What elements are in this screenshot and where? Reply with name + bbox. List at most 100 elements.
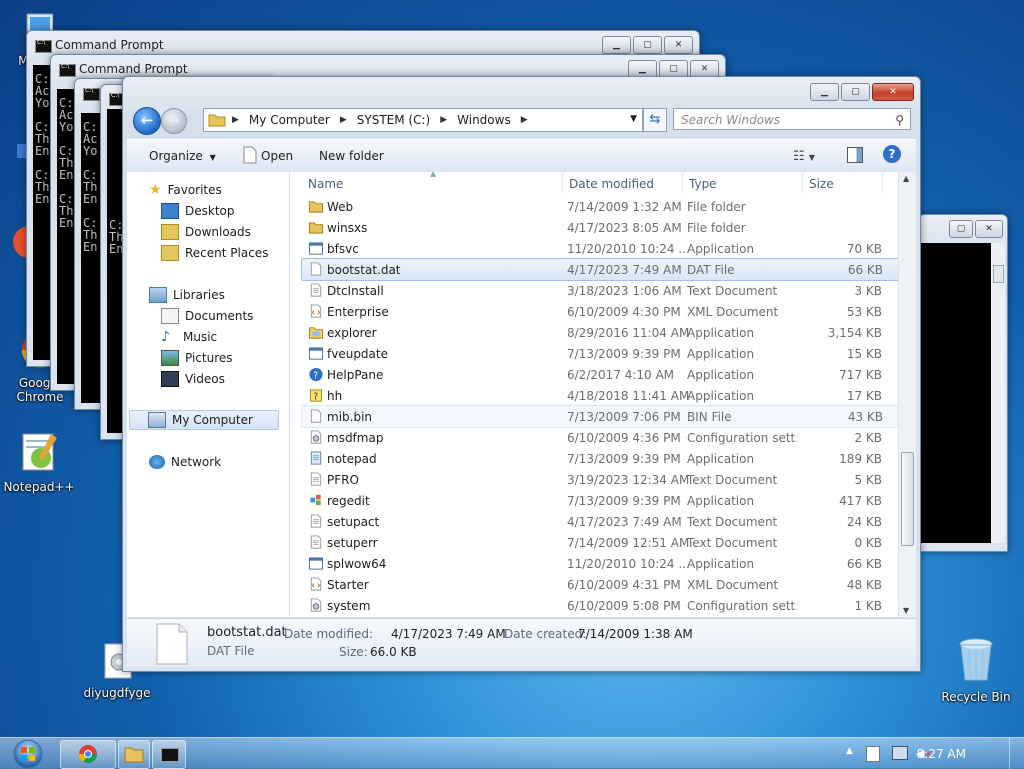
network-icon — [149, 455, 165, 469]
file-row-enterprise[interactable]: Enterprise 6/10/2009 4:30 PM XML Document 5… — [302, 301, 898, 322]
file-row-splwow64[interactable]: splwow64 11/20/2010 10:24 ... Application 6… — [302, 553, 898, 574]
open-button[interactable]: Open — [261, 149, 293, 163]
column-header-size[interactable]: Size — [809, 177, 834, 191]
file-date: 8/29/2016 11:04 AM — [567, 326, 690, 340]
breadcrumb-my-computer[interactable]: My Computer — [245, 113, 334, 127]
nav-documents[interactable]: Documents — [161, 308, 253, 324]
new-folder-button[interactable]: New folder — [319, 149, 384, 163]
file-row-helppane[interactable]: ? HelpPane 6/2/2017 4:10 AM Application 717 … — [302, 364, 898, 385]
console-output[interactable] — [921, 243, 991, 543]
address-bar[interactable]: ▶ My Computer ▶ SYSTEM (C:) ▶ Windows ▶ … — [203, 108, 643, 132]
breadcrumb-system-c[interactable]: SYSTEM (C:) — [353, 113, 434, 127]
scroll-down-icon[interactable]: ▼ — [903, 606, 909, 615]
file-row-dtcinstall[interactable]: DtcInstall 3/18/2023 1:06 AM Text Document… — [302, 280, 898, 301]
minimize-button[interactable]: ▁ — [602, 36, 631, 54]
action-center-icon[interactable] — [866, 746, 880, 762]
details-modified-value: 4/17/2023 7:49 AM — [391, 627, 506, 641]
view-options-icon[interactable]: ☷ ▼ — [793, 149, 815, 164]
file-row-system[interactable]: system 6/10/2009 5:08 PM Configuration set… — [302, 595, 898, 616]
show-desktop-button[interactable] — [1009, 738, 1024, 769]
nav-libraries[interactable]: Libraries — [149, 287, 225, 303]
notepad-plus-plus-icon — [22, 433, 57, 471]
taskbar-command-prompt[interactable] — [152, 740, 186, 769]
file-row-setupact[interactable]: setupact 4/17/2023 7:49 AM Text Document 24… — [302, 511, 898, 532]
chevron-right-icon[interactable]: ▶ — [434, 115, 453, 125]
organize-button[interactable]: Organize ▼ — [149, 149, 216, 163]
search-input[interactable]: Search Windows ⚲ — [673, 108, 911, 130]
minimize-button[interactable]: ▁ — [810, 83, 839, 101]
column-header-date[interactable]: Date modified — [569, 177, 654, 191]
clock[interactable]: 8:27 AM — [917, 747, 966, 761]
close-button[interactable]: ✕ — [872, 83, 914, 101]
desktop-icon-recycle-bin[interactable]: Recycle Bin — [936, 636, 1016, 704]
file-row-setuperr[interactable]: setuperr 7/14/2009 12:51 AM Text Document 0… — [302, 532, 898, 553]
scroll-up-icon[interactable]: ▲ — [903, 174, 909, 183]
maximize-button[interactable]: ▢ — [633, 36, 662, 54]
details-size-value: 66.0 KB — [370, 645, 417, 659]
help-icon: ? — [309, 367, 323, 381]
file-size: 48 KB — [846, 578, 882, 592]
details-pane: bootstat.dat DAT File Date modified: 4/1… — [127, 618, 916, 667]
start-button[interactable] — [4, 738, 48, 769]
breadcrumb-windows[interactable]: Windows — [453, 113, 515, 127]
close-button[interactable]: ✕ — [975, 220, 1003, 238]
back-button[interactable]: ← — [133, 107, 161, 135]
command-prompt-window-right[interactable]: ▢ ✕ — [918, 214, 1008, 552]
file-row-starter[interactable]: Starter 6/10/2009 4:31 PM XML Document 48 K… — [302, 574, 898, 595]
refresh-button[interactable]: ⇆ — [643, 108, 667, 132]
desktop-icon-notepad-plus-plus[interactable]: Notepad++ — [0, 430, 78, 494]
nav-my-computer[interactable]: My Computer — [129, 410, 279, 430]
file-date: 4/18/2018 11:41 AM — [567, 389, 690, 403]
file-row-notepad[interactable]: notepad 7/13/2009 9:39 PM Application 189 K… — [302, 448, 898, 469]
taskbar-explorer[interactable] — [118, 740, 150, 769]
videos-icon — [161, 371, 179, 387]
nav-downloads[interactable]: Downloads — [161, 224, 251, 240]
nav-music[interactable]: ♪ Music — [161, 329, 217, 345]
preview-pane-icon[interactable] — [847, 147, 863, 163]
file-row-winsxs[interactable]: winsxs 4/17/2023 8:05 AM File folder — [302, 217, 898, 238]
file-row-hh[interactable]: ? hh 4/18/2018 11:41 AM Application 17 KB — [302, 385, 898, 406]
forward-button[interactable]: → — [161, 108, 187, 134]
chevron-right-icon[interactable]: ▶ — [334, 115, 353, 125]
nav-videos[interactable]: Videos — [161, 371, 225, 387]
nav-favorites[interactable]: ★ Favorites — [149, 182, 222, 198]
file-row-explorer[interactable]: explorer 8/29/2016 11:04 AM Application 3,1… — [302, 322, 898, 343]
nav-network[interactable]: Network — [149, 455, 221, 469]
nav-desktop[interactable]: Desktop — [161, 203, 235, 219]
details-modified-label: Date modified: — [284, 627, 374, 641]
folder-icon — [208, 114, 226, 127]
chevron-right-icon[interactable]: ▶ — [515, 115, 534, 125]
column-header-name[interactable]: Name — [308, 177, 343, 191]
file-type: XML Document — [687, 578, 779, 592]
explorer-window[interactable]: ▁ ▢ ✕ ← → ▶ My Computer ▶ SYSTEM (C:) ▶ … — [122, 76, 921, 672]
file-list-scrollbar[interactable]: ▲ ▼ — [898, 172, 916, 617]
network-status-icon[interactable] — [892, 746, 908, 760]
file-type: Configuration sett... — [687, 431, 797, 445]
file-row-mib-bin[interactable]: mib.bin 7/13/2009 7:06 PM BIN File 43 KB — [301, 405, 898, 428]
maximize-button[interactable]: ▢ — [949, 220, 973, 238]
help-icon[interactable]: ? — [883, 145, 901, 163]
scrollbar-thumb[interactable] — [901, 452, 914, 546]
close-button[interactable]: ✕ — [664, 36, 693, 54]
file-date: 7/13/2009 9:39 PM — [567, 494, 681, 508]
console-scrollbar[interactable] — [991, 243, 1005, 543]
nav-recent-places[interactable]: Recent Places — [161, 245, 268, 261]
file-size: 717 KB — [839, 368, 882, 382]
file-row-msdfmap[interactable]: msdfmap 6/10/2009 4:36 PM Configuration se… — [302, 427, 898, 448]
file-row-bfsvc[interactable]: bfsvc 11/20/2010 10:24 ... Application 70 K… — [302, 238, 898, 259]
file-date: 6/10/2009 4:30 PM — [567, 305, 681, 319]
file-list[interactable]: Name ▲ Date modified Type Size Web 7/14/2… — [290, 172, 898, 617]
file-row-pfro[interactable]: PFRO 3/19/2023 12:34 AM Text Document 5 KB — [302, 469, 898, 490]
column-header-type[interactable]: Type — [689, 177, 717, 191]
nav-pictures[interactable]: Pictures — [161, 350, 233, 366]
chevron-down-icon[interactable]: ▼ — [630, 114, 637, 124]
show-hidden-icons[interactable]: ▲ — [846, 746, 853, 756]
file-row-web[interactable]: Web 7/14/2009 1:32 AM File folder — [302, 196, 898, 217]
file-row-regedit[interactable]: regedit 7/13/2009 9:39 PM Application 417 K… — [302, 490, 898, 511]
file-row-fveupdate[interactable]: fveupdate 7/13/2009 9:39 PM Application 15 … — [302, 343, 898, 364]
chevron-right-icon[interactable]: ▶ — [226, 115, 245, 125]
maximize-button[interactable]: ▢ — [841, 83, 870, 101]
file-type: Application — [687, 389, 755, 403]
taskbar-chrome[interactable] — [60, 740, 116, 769]
file-row-bootstat-dat[interactable]: bootstat.dat 4/17/2023 7:49 AM DAT File 66 … — [301, 258, 898, 281]
